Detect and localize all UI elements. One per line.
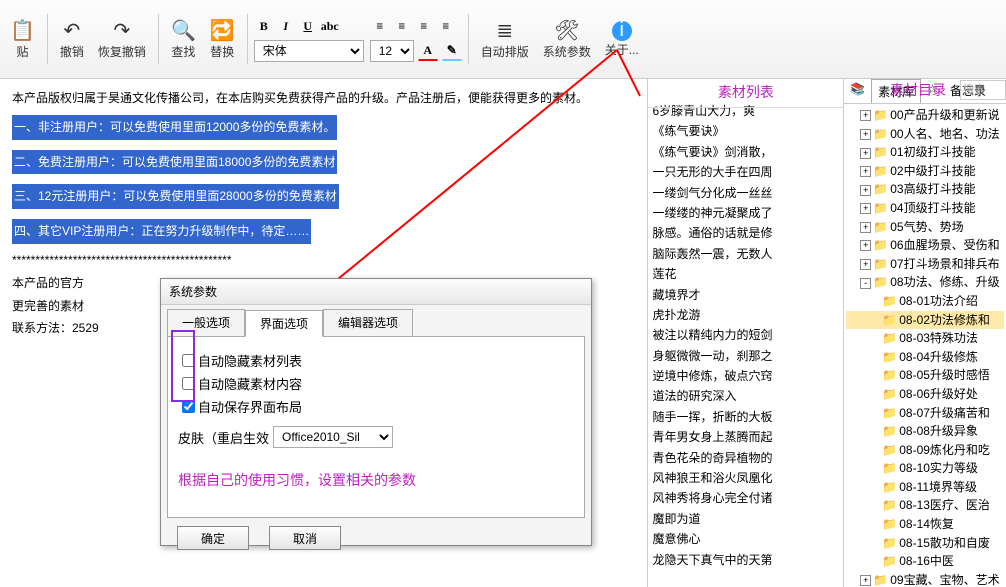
tree-subnode[interactable]: 📁08-11境界等级 xyxy=(846,478,1004,497)
material-list-item[interactable]: 风神秀将身心完全付诸 xyxy=(652,488,839,508)
tree-node[interactable]: +📁06血腥场景、受伤和 xyxy=(846,236,1004,255)
replace-button[interactable]: 🔁替换 xyxy=(204,17,241,62)
material-list-item[interactable]: 脑际轰然一震，无数人 xyxy=(652,244,839,264)
search-input[interactable]: 搜索 xyxy=(960,80,1006,100)
material-list-item[interactable]: 一缕缕的神元凝聚成了 xyxy=(652,203,839,223)
material-list-pane: 素材列表 6岁滕青山大力，爽《练气要诀》《练气要诀》剑消散，一只无形的大手在四周… xyxy=(648,79,844,587)
material-list-header: 素材列表 xyxy=(648,79,843,108)
redo-button[interactable]: ↷恢复撤销 xyxy=(92,17,152,62)
paragraph: 本产品版权归属于昊通文化传播公司，在本店购买免费获得产品的升级。产品注册后，便能… xyxy=(12,87,635,110)
font-color-button[interactable]: A xyxy=(418,40,438,61)
tree-subnode[interactable]: 📁08-07升级痛苦和 xyxy=(846,404,1004,423)
highlighted-line: 四、其它VIP注册用户：正在努力升级制作中，待定…… xyxy=(12,219,311,244)
opt-hide-content-checkbox[interactable] xyxy=(182,377,195,390)
tree-subnode[interactable]: 📁08-03特殊功法 xyxy=(846,329,1004,348)
tab-interface[interactable]: 界面选项 xyxy=(245,310,323,337)
material-list-item[interactable]: 青年男女身上蒸腾而起 xyxy=(652,427,839,447)
opt-label: 自动隐藏素材列表 xyxy=(198,351,302,370)
tree-node[interactable]: +📁07打斗场景和排兵布 xyxy=(846,255,1004,274)
align-justify-button[interactable]: ≡ xyxy=(436,16,456,36)
material-tree-header: 素材目录 xyxy=(890,80,946,100)
material-list-item[interactable]: 《练气要诀》 xyxy=(652,121,839,141)
tab-general[interactable]: 一般选项 xyxy=(167,309,245,336)
tab-editor[interactable]: 编辑器选项 xyxy=(323,309,413,336)
main-toolbar: 📋贴 ↶撤销 ↷恢复撤销 🔍查找 🔁替换 B I U abc 宋体 ≡ ≡ ≡ … xyxy=(0,0,1006,79)
material-list-item[interactable]: 逆境中修炼，破点穴窍 xyxy=(652,366,839,386)
tree-node[interactable]: +📁09宝藏、宝物、艺术 xyxy=(846,571,1004,587)
separator-line: ****************************************… xyxy=(12,249,635,272)
tree-subnode[interactable]: 📁08-15散功和自废 xyxy=(846,534,1004,553)
tree-node[interactable]: +📁05气势、势场 xyxy=(846,218,1004,237)
about-button[interactable]: i关于... xyxy=(599,19,645,60)
highlight-button[interactable]: ✎ xyxy=(442,40,462,61)
tree-subnode[interactable]: 📁08-13医疗、医治 xyxy=(846,496,1004,515)
material-list-item[interactable]: 藏境界才 xyxy=(652,285,839,305)
material-list-item[interactable]: 魔意佛心 xyxy=(652,529,839,549)
autolayout-button[interactable]: ≣自动排版 xyxy=(475,17,535,62)
material-list-item[interactable]: 虎扑龙游 xyxy=(652,305,839,325)
material-list-item[interactable]: 一缕剑气分化成一丝丝 xyxy=(652,183,839,203)
bold-button[interactable]: B xyxy=(254,16,274,36)
undo-button[interactable]: ↶撤销 xyxy=(54,17,90,62)
tree-node[interactable]: +📁04顶级打斗技能 xyxy=(846,199,1004,218)
material-list-item[interactable]: 《练气要诀》剑消散， xyxy=(652,142,839,162)
material-list-item[interactable]: 龙隐天下真气中的天第 xyxy=(652,550,839,570)
strike-button[interactable]: abc xyxy=(320,16,340,36)
dialog-hint-annotation: 根据自己的使用习惯，设置相关的参数 xyxy=(178,470,574,490)
material-list-item[interactable]: 魔即为道 xyxy=(652,509,839,529)
sysparams-button[interactable]: 🛠系统参数 xyxy=(537,17,597,62)
tree-subnode[interactable]: 📁08-02功法修炼和 xyxy=(846,311,1004,330)
tree-node[interactable]: +📁03高级打斗技能 xyxy=(846,180,1004,199)
material-list-item[interactable]: 一只无形的大手在四周 xyxy=(652,162,839,182)
tree-node[interactable]: +📁00人名、地名、功法 xyxy=(846,125,1004,144)
highlighted-line: 二、免费注册用户：可以免费使用里面18000多份的免费素材 xyxy=(12,150,337,175)
font-name-select[interactable]: 宋体 xyxy=(254,40,364,62)
tree-subnode[interactable]: 📁08-08升级异象 xyxy=(846,422,1004,441)
italic-button[interactable]: I xyxy=(276,16,296,36)
tree-subnode[interactable]: 📁08-06升级好处 xyxy=(846,385,1004,404)
font-size-select[interactable]: 12 xyxy=(370,40,414,62)
find-button[interactable]: 🔍查找 xyxy=(165,17,202,62)
highlighted-line: 三、12元注册用户：可以免费使用里面28000多份的免费素材 xyxy=(12,184,339,209)
paste-button[interactable]: 📋贴 xyxy=(4,17,41,62)
align-center-button[interactable]: ≡ xyxy=(392,16,412,36)
tree-node[interactable]: +📁02中级打斗技能 xyxy=(846,162,1004,181)
tree-subnode[interactable]: 📁08-16中医 xyxy=(846,552,1004,571)
tree-node[interactable]: +📁00产品升级和更新说 xyxy=(846,106,1004,125)
tree-subnode[interactable]: 📁08-09炼化丹和吃 xyxy=(846,441,1004,460)
material-list-item[interactable]: 青色花朵的奇异植物的 xyxy=(652,448,839,468)
opt-hide-list-checkbox[interactable] xyxy=(182,354,195,367)
skin-label: 皮肤（重启生效 xyxy=(178,428,269,447)
opt-label: 自动保存界面布局 xyxy=(198,397,302,416)
opt-save-layout-checkbox[interactable] xyxy=(182,400,195,413)
dialog-title: 系统参数 xyxy=(161,279,591,305)
align-left-button[interactable]: ≡ xyxy=(370,16,390,36)
tree-node[interactable]: +📁01初级打斗技能 xyxy=(846,143,1004,162)
material-list-item[interactable]: 风神狼王和浴火凤凰化 xyxy=(652,468,839,488)
material-list-item[interactable]: 脉感。通俗的话就是修 xyxy=(652,223,839,243)
highlighted-line: 一、非注册用户：可以免费使用里面12000多份的免费素材。 xyxy=(12,115,337,140)
tree-subnode[interactable]: 📁08-04升级修炼 xyxy=(846,348,1004,367)
tree-subnode[interactable]: 📁08-05升级时感悟 xyxy=(846,366,1004,385)
material-tree-pane: 📚 素材库 ☆ 备忘录 +📁00产品升级和更新说+📁00人名、地名、功法+📁01… xyxy=(844,79,1006,587)
system-params-dialog: 系统参数 一般选项 界面选项 编辑器选项 自动隐藏素材列表 自动隐藏素材内容 自… xyxy=(160,278,592,546)
tree-subnode[interactable]: 📁08-10实力等级 xyxy=(846,459,1004,478)
material-list-item[interactable]: 被注以精纯内力的短剑 xyxy=(652,325,839,345)
books-icon: 📚 xyxy=(844,79,871,103)
material-list-item[interactable]: 随手一挥，折断的大板 xyxy=(652,407,839,427)
opt-label: 自动隐藏素材内容 xyxy=(198,374,302,393)
cancel-button[interactable]: 取消 xyxy=(269,526,341,550)
skin-select[interactable]: Office2010_Sil xyxy=(273,426,393,448)
underline-button[interactable]: U xyxy=(298,16,318,36)
material-list-item[interactable]: 道法的研究深入 xyxy=(652,386,839,406)
tree-subnode[interactable]: 📁08-01功法介绍 xyxy=(846,292,1004,311)
tree-subnode[interactable]: 📁08-14恢复 xyxy=(846,515,1004,534)
ok-button[interactable]: 确定 xyxy=(177,526,249,550)
tree-node[interactable]: -📁08功法、修练、升级 xyxy=(846,273,1004,292)
material-list-item[interactable]: 莲花 xyxy=(652,264,839,284)
material-list-item[interactable]: 身躯微微一动，刹那之 xyxy=(652,346,839,366)
align-right-button[interactable]: ≡ xyxy=(414,16,434,36)
